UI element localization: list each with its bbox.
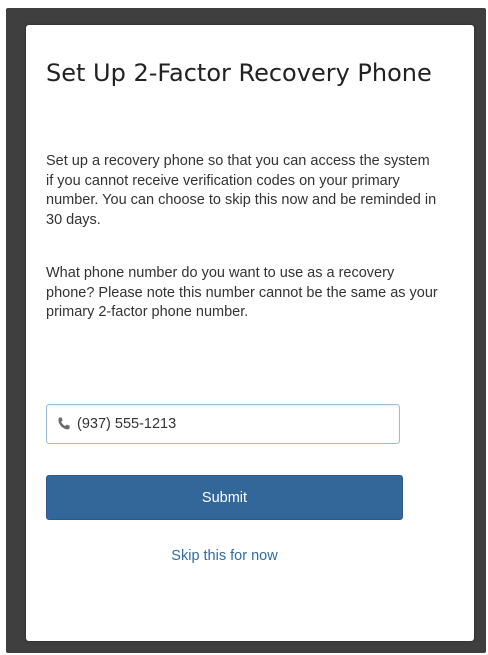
phone-icon bbox=[58, 417, 70, 430]
recovery-phone-input[interactable] bbox=[77, 405, 377, 443]
phone-input-container[interactable] bbox=[46, 404, 400, 444]
question-text: What phone number do you want to use as … bbox=[46, 265, 438, 320]
intro-text: Set up a recovery phone so that you can … bbox=[46, 153, 437, 228]
dialog-title: Set Up 2-Factor Recovery Phone bbox=[46, 59, 432, 87]
submit-button[interactable]: Submit bbox=[46, 475, 403, 520]
skip-link[interactable]: Skip this for now bbox=[46, 548, 403, 564]
